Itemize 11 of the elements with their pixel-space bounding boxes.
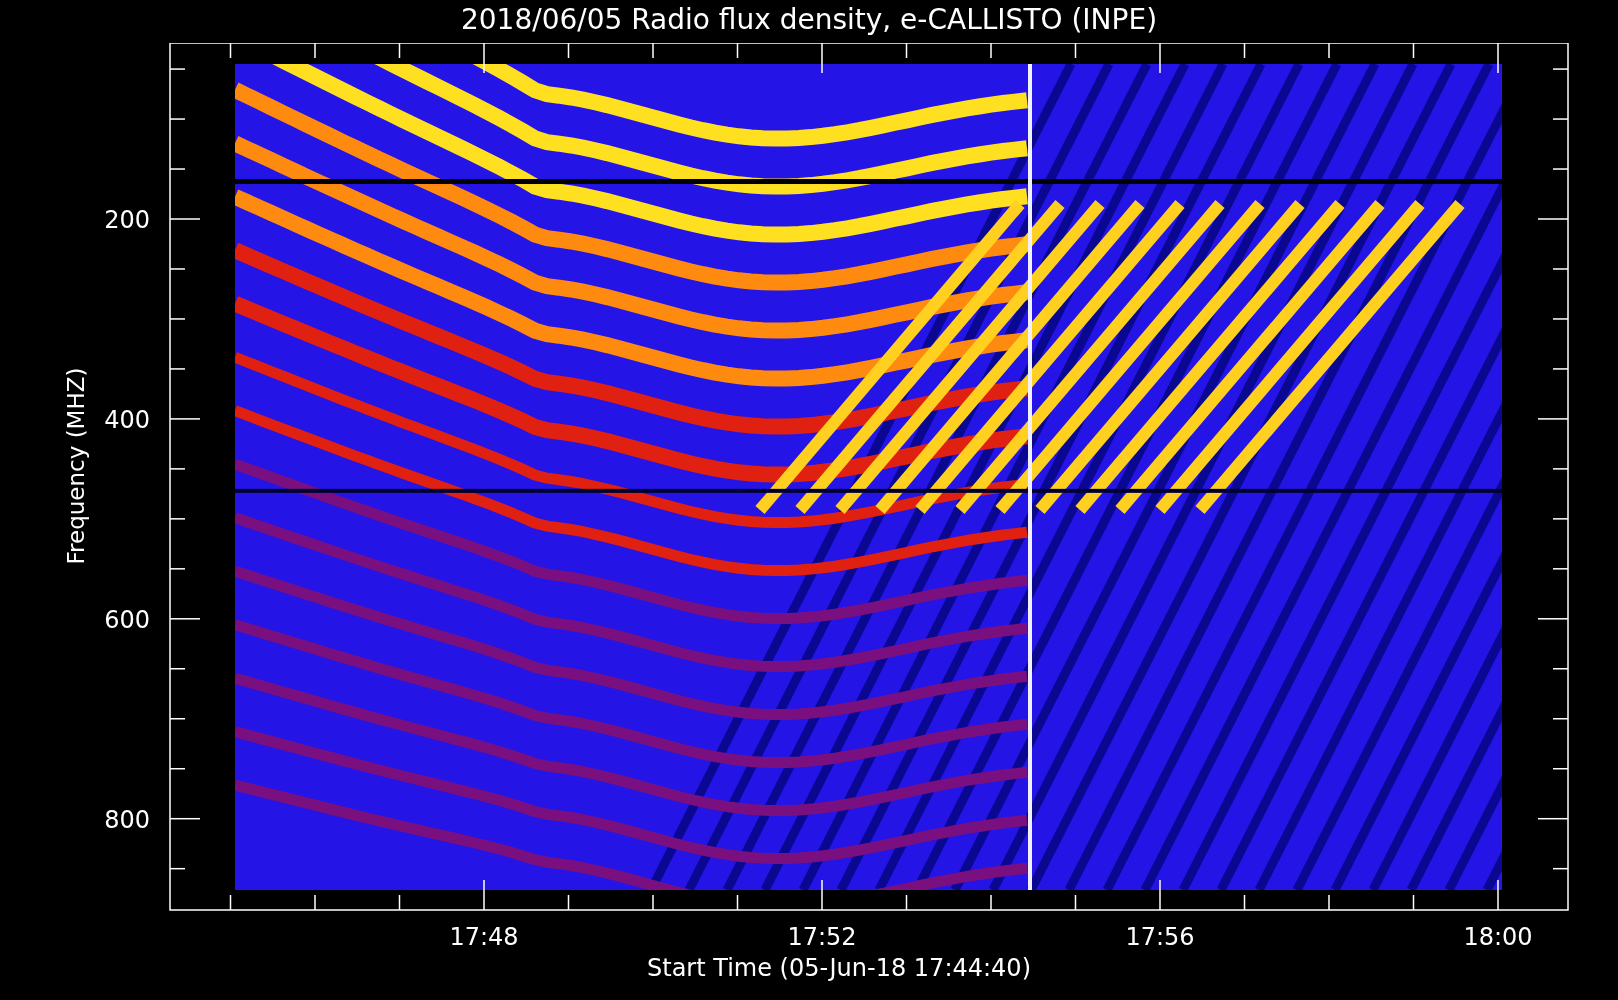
chart-title: 2018/06/05 Radio flux density, e-CALLISTO (INPE) (460, 2, 1158, 38)
y-tick-label: 400 (104, 405, 150, 434)
y-tick-label: 600 (104, 605, 150, 634)
y-axis-title: Frequency (MHZ) (63, 367, 89, 565)
x-tick-label: 17:48 (449, 923, 519, 951)
x-tick-label: 17:56 (1125, 923, 1195, 951)
x-axis-title: Start Time (05-Jun-18 17:44:40) (646, 953, 1031, 983)
y-tick-label: 200 (104, 206, 150, 234)
x-tick-label: 18:00 (1463, 923, 1533, 951)
x-tick-label: 17:52 (787, 923, 857, 951)
y-tick-label: 800 (104, 805, 150, 834)
